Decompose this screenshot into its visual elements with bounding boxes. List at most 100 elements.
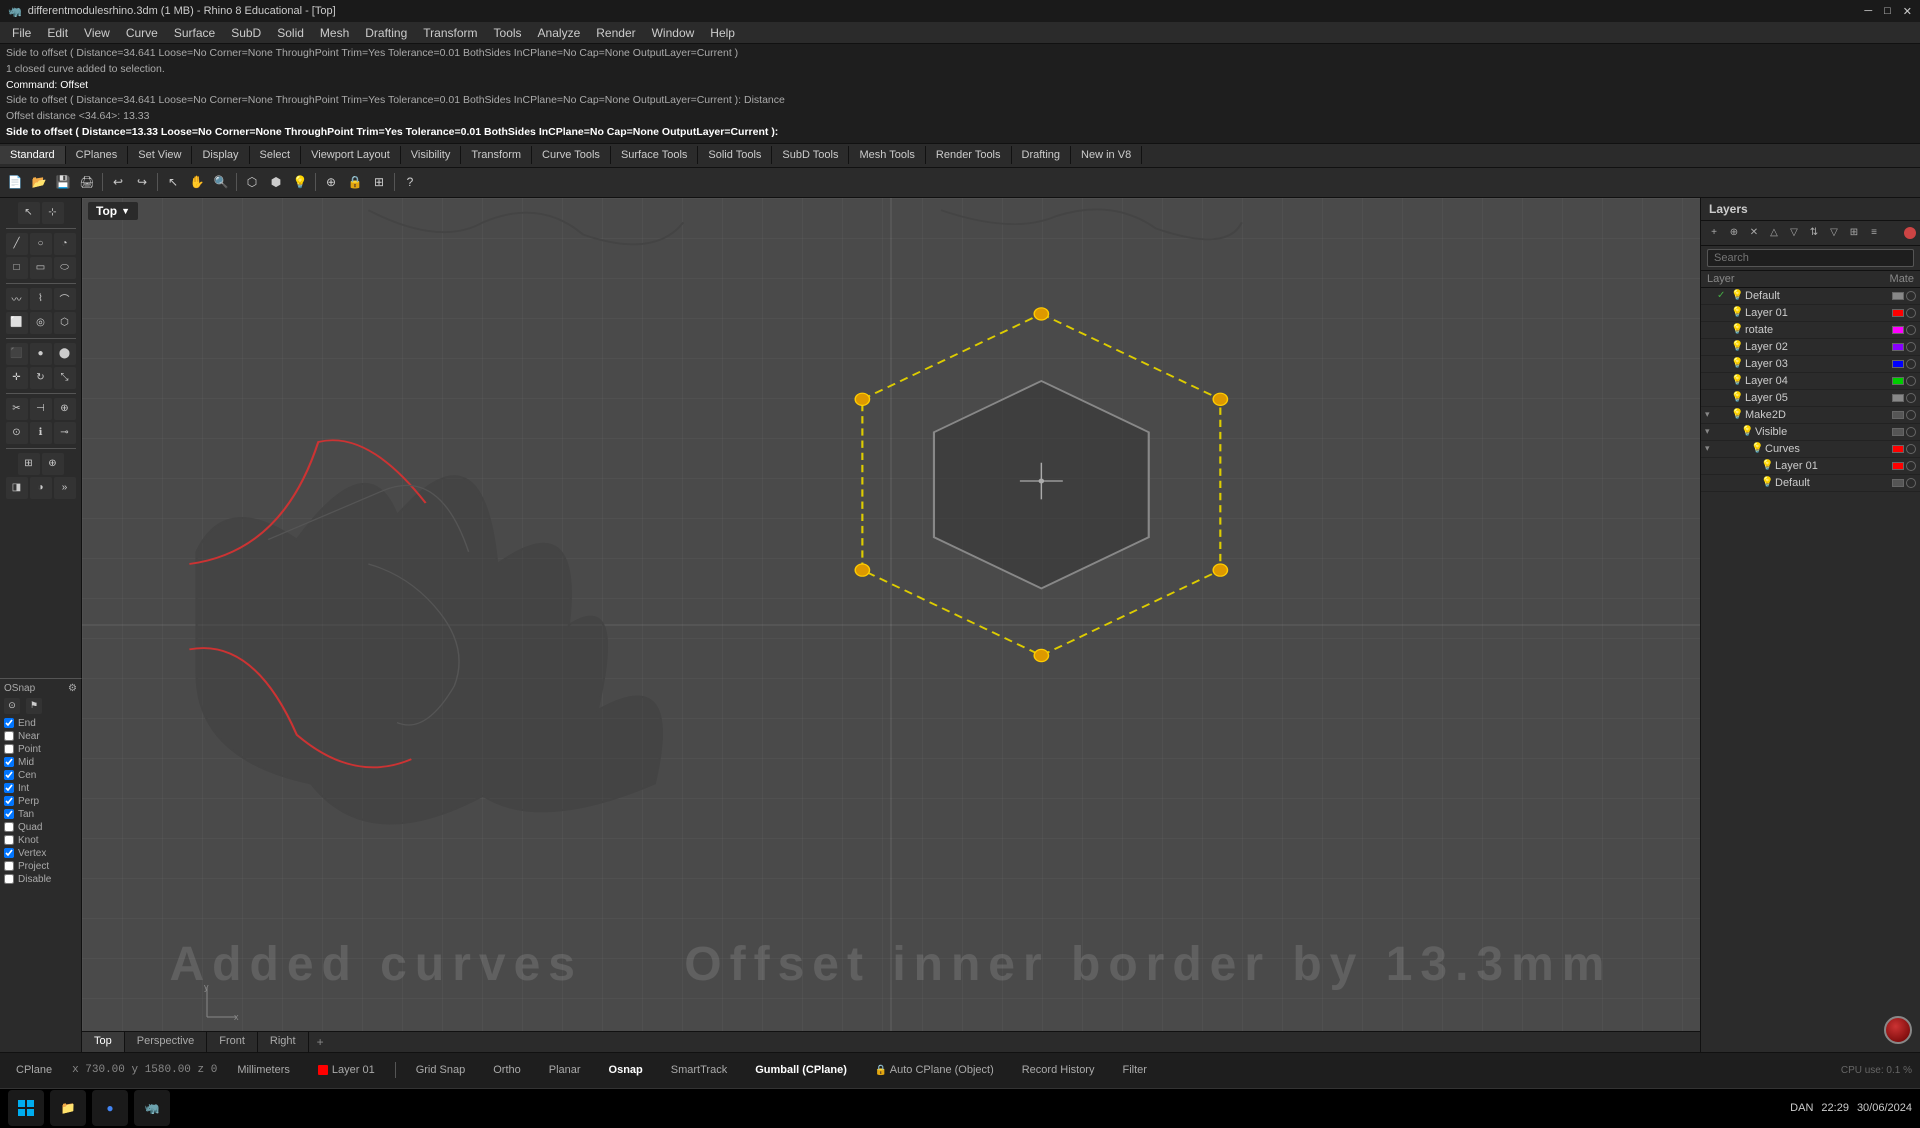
draw-circle-icon[interactable]: ○ [30,233,52,255]
delete-layer-icon[interactable]: ✕ [1745,224,1763,242]
menu-item-solid[interactable]: Solid [269,24,312,42]
menu-item-tools[interactable]: Tools [486,24,530,42]
solid-sphere-icon[interactable]: ● [30,343,52,365]
hex-pt-br[interactable] [1213,564,1227,576]
print-button[interactable]: 🖨 [76,171,98,193]
lock-tool[interactable]: 🔒 [344,171,366,193]
draw-ellipse-icon[interactable]: ⬭ [54,257,76,279]
layer-row[interactable]: 💡 Default [1701,475,1920,492]
viewport-area[interactable]: Top ▼ [82,198,1700,1052]
scale-icon[interactable]: ⤡ [54,367,76,389]
snap-icon[interactable]: ⊕ [42,453,64,475]
move-icon[interactable]: ✛ [6,367,28,389]
pan-tool[interactable]: ✋ [186,171,208,193]
menu-item-subd[interactable]: SubD [223,24,269,42]
layer-color-layer 04[interactable] [1892,377,1904,385]
wire-display[interactable]: ⬡ [241,171,263,193]
layer-color-make2d[interactable] [1892,411,1904,419]
layer-expand-visible[interactable]: ▾ [1705,426,1727,437]
osnap-checkbox-int[interactable] [4,783,14,793]
edit-trim-icon[interactable]: ✂ [6,398,28,420]
autocplane-button[interactable]: 🔒 Auto CPlane (Object) [867,1062,1002,1078]
osnap-button[interactable]: Osnap [601,1062,651,1078]
minimize-button[interactable]: ─ [1864,5,1872,18]
toolbar-tab-render-tools[interactable]: Render Tools [926,146,1012,164]
surface-icon[interactable]: ⬜ [6,312,28,334]
analyze-icon[interactable]: ⊙ [6,422,28,444]
solid-box-icon[interactable]: ⬛ [6,343,28,365]
rhino-button[interactable]: 🦏 [134,1090,170,1126]
layer-light-layer 03[interactable]: 💡 [1731,358,1745,369]
menu-item-transform[interactable]: Transform [415,24,485,42]
add-viewport-button[interactable]: + [309,1032,332,1052]
units-display[interactable]: Millimeters [229,1062,298,1078]
curve-freeform-icon[interactable]: 〰 [6,288,28,310]
layer-indicator[interactable]: Layer 01 [310,1062,383,1078]
draw-arc-icon[interactable]: ◔ [54,233,76,255]
start-button[interactable] [8,1090,44,1126]
layer-row[interactable]: ▾ 💡 Visible [1701,424,1920,441]
layer-color-default[interactable] [1892,479,1904,487]
osnap-checkbox-tan[interactable] [4,809,14,819]
layer-light-curves[interactable]: 💡 [1751,443,1765,454]
viewport-canvas[interactable]: Added curves Offset inner border by 13.3… [82,198,1700,1052]
menu-item-help[interactable]: Help [702,24,743,42]
toolbar-tab-select[interactable]: Select [250,146,302,164]
toolbar-tab-standard[interactable]: Standard [0,146,66,164]
osnap-checkbox-near[interactable] [4,731,14,741]
file-explorer-button[interactable]: 📁 [50,1090,86,1126]
toolbar-tab-set-view[interactable]: Set View [128,146,192,164]
layer-row[interactable]: ▾ 💡 Make2D [1701,407,1920,424]
layer-light-rotate[interactable]: 💡 [1731,324,1745,335]
layer-row[interactable]: 💡 Layer 03 [1701,356,1920,373]
toolbar-tab-curve-tools[interactable]: Curve Tools [532,146,611,164]
render-icon[interactable]: ◑ [30,477,52,499]
layer-row[interactable]: ▾ 💡 Curves [1701,441,1920,458]
toolbar-tab-mesh-tools[interactable]: Mesh Tools [849,146,925,164]
layer-color-layer 01[interactable] [1892,309,1904,317]
viewport-dropdown-icon[interactable]: ▼ [121,206,130,216]
add-layer-icon[interactable]: + [1705,224,1723,242]
toolbar-tab-viewport-layout[interactable]: Viewport Layout [301,146,401,164]
filter-icon[interactable]: ▽ [1825,224,1843,242]
layer-light-default[interactable]: 💡 [1731,290,1745,301]
layer-color-layer 03[interactable] [1892,360,1904,368]
layer-row[interactable]: 💡 rotate [1701,322,1920,339]
grid-tool[interactable]: ⊞ [368,171,390,193]
layer-color-curves[interactable] [1892,445,1904,453]
osnap-toggle-1[interactable]: ⊙ [4,698,20,714]
toolbar-tab-new-in-v8[interactable]: New in V8 [1071,146,1142,164]
grid-snap-button[interactable]: Grid Snap [408,1062,474,1078]
layer-row[interactable]: 💡 Layer 02 [1701,339,1920,356]
view-tab-right[interactable]: Right [258,1032,309,1052]
filter-button[interactable]: Filter [1114,1062,1154,1078]
view-tab-perspective[interactable]: Perspective [125,1032,207,1052]
solid-cylinder-icon[interactable]: ⬤ [54,343,76,365]
layer-row[interactable]: ✓ 💡 Default [1701,288,1920,305]
chrome-button[interactable]: ● [92,1090,128,1126]
osnap-checkbox-disable[interactable] [4,874,14,884]
menu-item-edit[interactable]: Edit [39,24,76,42]
layer-expand-curves[interactable]: ▾ [1705,443,1737,454]
toolbar-tab-cplanes[interactable]: CPlanes [66,146,129,164]
osnap-checkbox-point[interactable] [4,744,14,754]
layers-search-input[interactable] [1707,249,1914,267]
close-button[interactable]: ✕ [1903,5,1912,18]
toolbar-tab-subd-tools[interactable]: SubD Tools [772,146,849,164]
move-down-icon[interactable]: ▽ [1785,224,1803,242]
osnap-checkbox-quad[interactable] [4,822,14,832]
new-button[interactable]: 📄 [4,171,26,193]
add-sublayer-icon[interactable]: ⊕ [1725,224,1743,242]
menu-item-surface[interactable]: Surface [166,24,223,42]
layer-light-default[interactable]: 💡 [1761,477,1775,488]
open-button[interactable]: 📂 [28,171,50,193]
osnap-toggle-2[interactable]: ⚑ [26,698,42,714]
layer-color-layer 05[interactable] [1892,394,1904,402]
layer-color-rotate[interactable] [1892,326,1904,334]
layer-color-layer 01[interactable] [1892,462,1904,470]
edit-split-icon[interactable]: ⊣ [30,398,52,420]
dimension-icon[interactable]: ⊸ [54,422,76,444]
curve-spline-icon[interactable]: ⌇ [30,288,52,310]
command-area[interactable]: Side to offset ( Distance=34.641 Loose=N… [0,44,1920,144]
maximize-button[interactable]: □ [1884,5,1891,18]
